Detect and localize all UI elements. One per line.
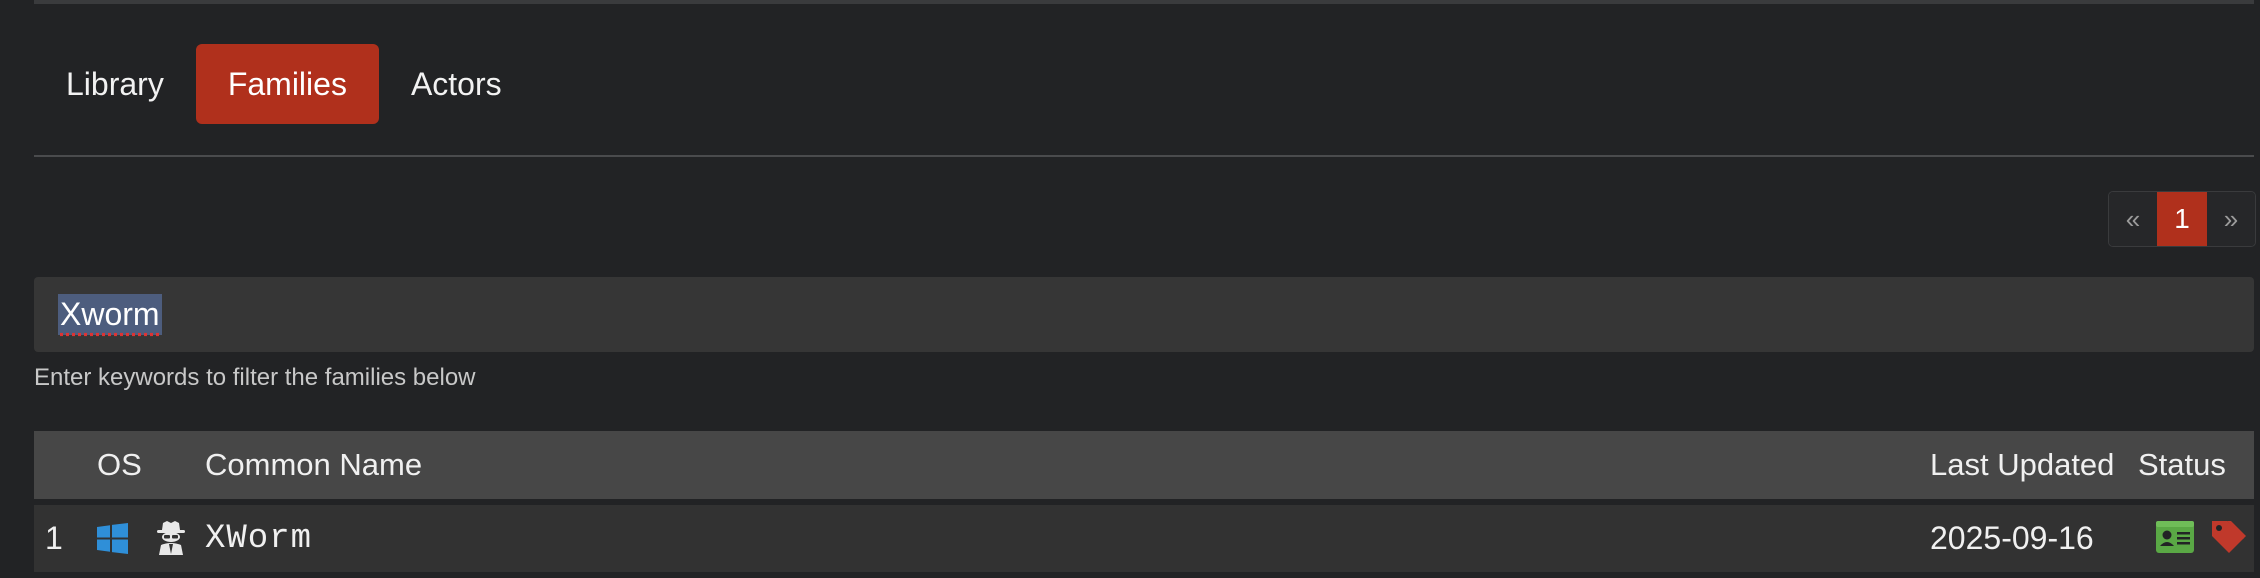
tab-bar: Library Families Actors — [34, 44, 534, 124]
row-number: 1 — [45, 520, 63, 556]
header-last-updated[interactable]: Last Updated — [1930, 447, 2114, 483]
header-os[interactable]: OS — [97, 447, 142, 483]
pagination-next-button[interactable]: » — [2207, 192, 2255, 246]
table-header: OS Common Name Last Updated Status — [34, 431, 2254, 499]
page: Library Families Actors « 1 » Xworm Ente… — [0, 0, 2260, 578]
pagination-prev-button[interactable]: « — [2109, 192, 2157, 246]
search-input-value: Xworm — [58, 294, 162, 335]
top-divider — [34, 0, 2254, 4]
row-last-updated: 2025-09-16 — [1930, 520, 2094, 556]
spy-icon — [156, 520, 186, 564]
id-card-icon[interactable] — [2156, 521, 2194, 561]
pagination: « 1 » — [2108, 191, 2256, 247]
row-common-name[interactable]: XWorm — [205, 520, 312, 558]
header-status[interactable]: Status — [2138, 447, 2226, 483]
header-common-name[interactable]: Common Name — [205, 447, 422, 483]
windows-icon — [97, 523, 128, 562]
table-row[interactable]: 1 XWorm 2025-09-16 — [34, 505, 2254, 572]
tab-divider — [34, 155, 2254, 157]
search-help-text: Enter keywords to filter the families be… — [34, 364, 476, 391]
tab-families[interactable]: Families — [195, 44, 379, 124]
tab-actors[interactable]: Actors — [379, 44, 534, 124]
tab-library[interactable]: Library — [34, 44, 196, 124]
tag-icon[interactable] — [2210, 519, 2246, 563]
search-input[interactable]: Xworm — [34, 277, 2254, 352]
pagination-page-1[interactable]: 1 — [2157, 192, 2207, 246]
